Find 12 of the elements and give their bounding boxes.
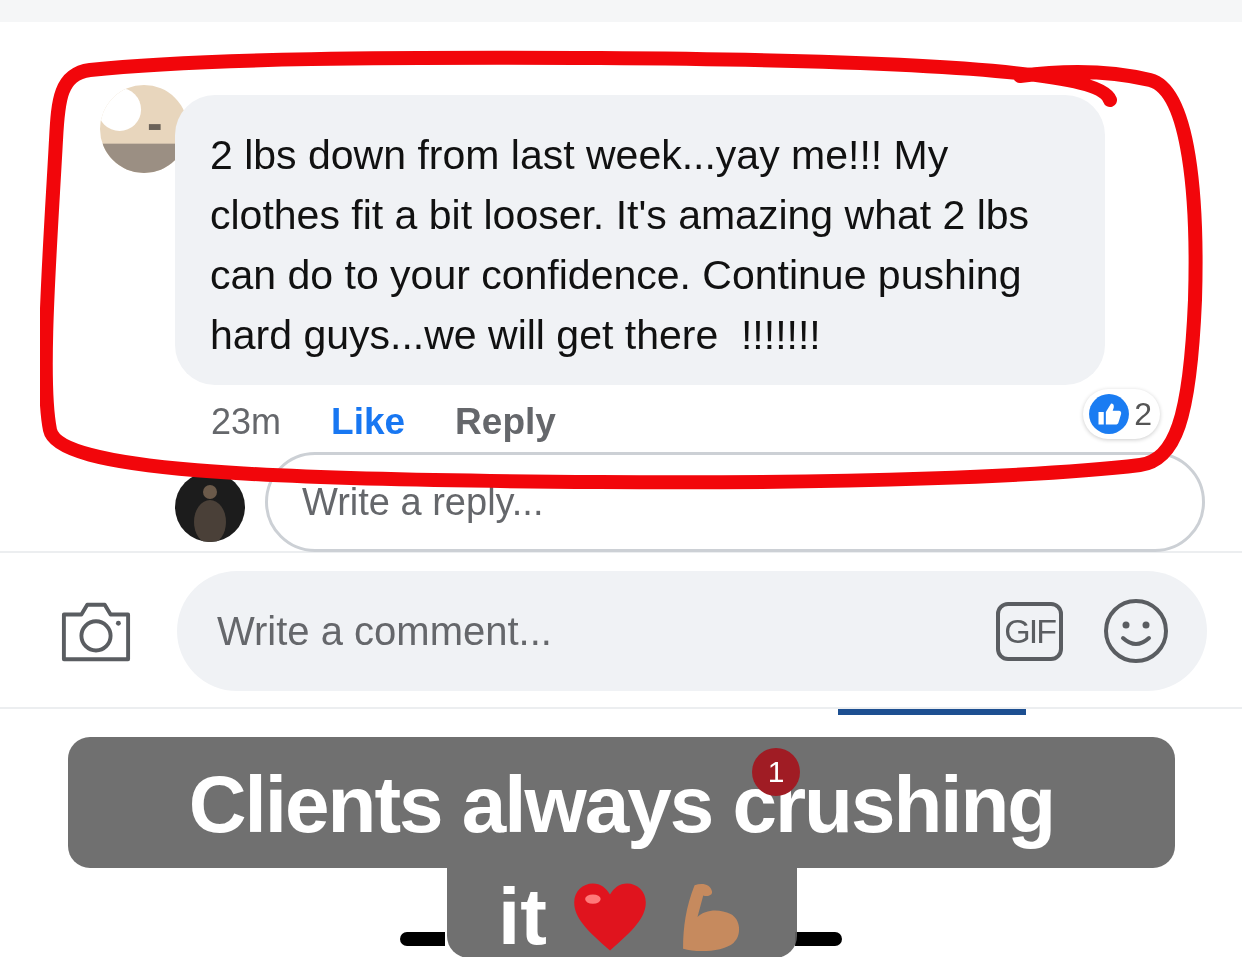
caption-text: it bbox=[498, 872, 547, 957]
stroke-segment bbox=[795, 932, 842, 946]
thumbs-up-icon bbox=[1088, 393, 1131, 435]
comment-field[interactable]: Write a comment... GIF bbox=[177, 571, 1207, 691]
like-link[interactable]: Like bbox=[331, 401, 406, 443]
emoji-icon[interactable] bbox=[1103, 598, 1169, 664]
gif-button[interactable]: GIF bbox=[996, 601, 1063, 661]
stroke-segment bbox=[400, 932, 445, 946]
reaction-badge[interactable]: 2 bbox=[1083, 389, 1160, 439]
timestamp: 23m bbox=[211, 401, 282, 443]
comment-text: 2 lbs down from last week...yay me!!! My clothes fit a bit looser. It's amazing what 2 lbs can do to your confidence. Continue pushing hard guys...we will get there !!!!!!! bbox=[210, 131, 1031, 360]
reply-link[interactable]: Reply bbox=[455, 401, 556, 443]
